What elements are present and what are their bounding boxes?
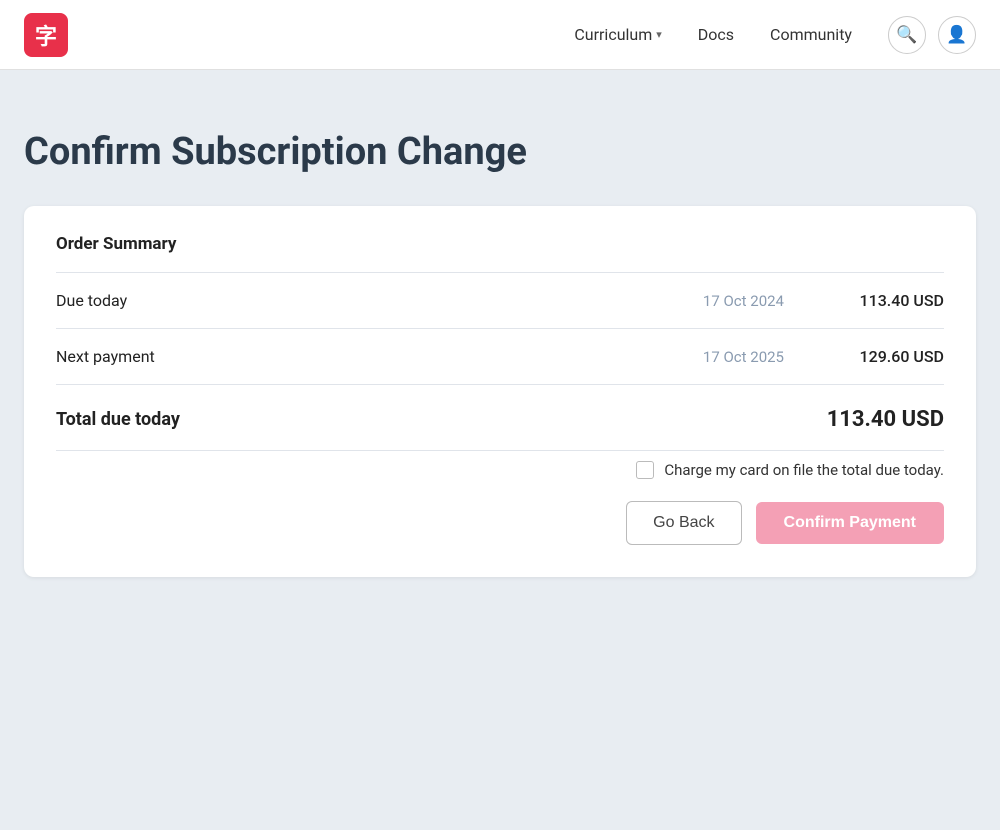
logo-text: 字 (35, 19, 57, 51)
header-icons: 🔍 👤 (888, 16, 976, 54)
checkbox-row: Charge my card on file the total due tod… (56, 461, 944, 479)
next-payment-label: Next payment (56, 347, 703, 366)
next-payment-date: 17 Oct 2025 (703, 348, 784, 366)
order-row-next-payment: Next payment 17 Oct 2025 129.60 USD (56, 329, 944, 385)
search-button[interactable]: 🔍 (888, 16, 926, 54)
total-amount: 113.40 USD (827, 407, 944, 432)
due-today-label: Due today (56, 291, 703, 310)
main-content: Confirm Subscription Change Order Summar… (0, 70, 1000, 617)
charge-card-label: Charge my card on file the total due tod… (664, 461, 944, 479)
main-nav: Curriculum ▾ Docs Community (574, 25, 852, 44)
nav-curriculum[interactable]: Curriculum ▾ (574, 25, 661, 44)
nav-docs[interactable]: Docs (698, 25, 734, 44)
nav-docs-label: Docs (698, 25, 734, 44)
nav-community-label: Community (770, 25, 852, 44)
page-title: Confirm Subscription Change (24, 130, 976, 174)
search-icon: 🔍 (896, 25, 917, 45)
total-label: Total due today (56, 409, 827, 430)
logo-area: 字 (24, 13, 68, 57)
next-payment-amount: 129.60 USD (824, 347, 944, 366)
due-today-amount: 113.40 USD (824, 291, 944, 310)
user-icon: 👤 (946, 25, 967, 45)
logo-button[interactable]: 字 (24, 13, 68, 57)
chevron-down-icon: ▾ (656, 28, 662, 41)
total-row: Total due today 113.40 USD (56, 385, 944, 450)
order-row-due-today: Due today 17 Oct 2024 113.40 USD (56, 273, 944, 329)
nav-community[interactable]: Community (770, 25, 852, 44)
user-button[interactable]: 👤 (938, 16, 976, 54)
buttons-row: Go Back Confirm Payment (56, 501, 944, 545)
order-card: Order Summary Due today 17 Oct 2024 113.… (24, 206, 976, 577)
nav-curriculum-label: Curriculum (574, 25, 652, 44)
divider-bottom (56, 450, 944, 451)
confirm-payment-button[interactable]: Confirm Payment (756, 502, 944, 544)
order-summary-title: Order Summary (56, 234, 944, 254)
go-back-button[interactable]: Go Back (626, 501, 741, 545)
charge-card-checkbox[interactable] (636, 461, 654, 479)
due-today-date: 17 Oct 2024 (703, 292, 784, 310)
header: 字 Curriculum ▾ Docs Community 🔍 👤 (0, 0, 1000, 70)
